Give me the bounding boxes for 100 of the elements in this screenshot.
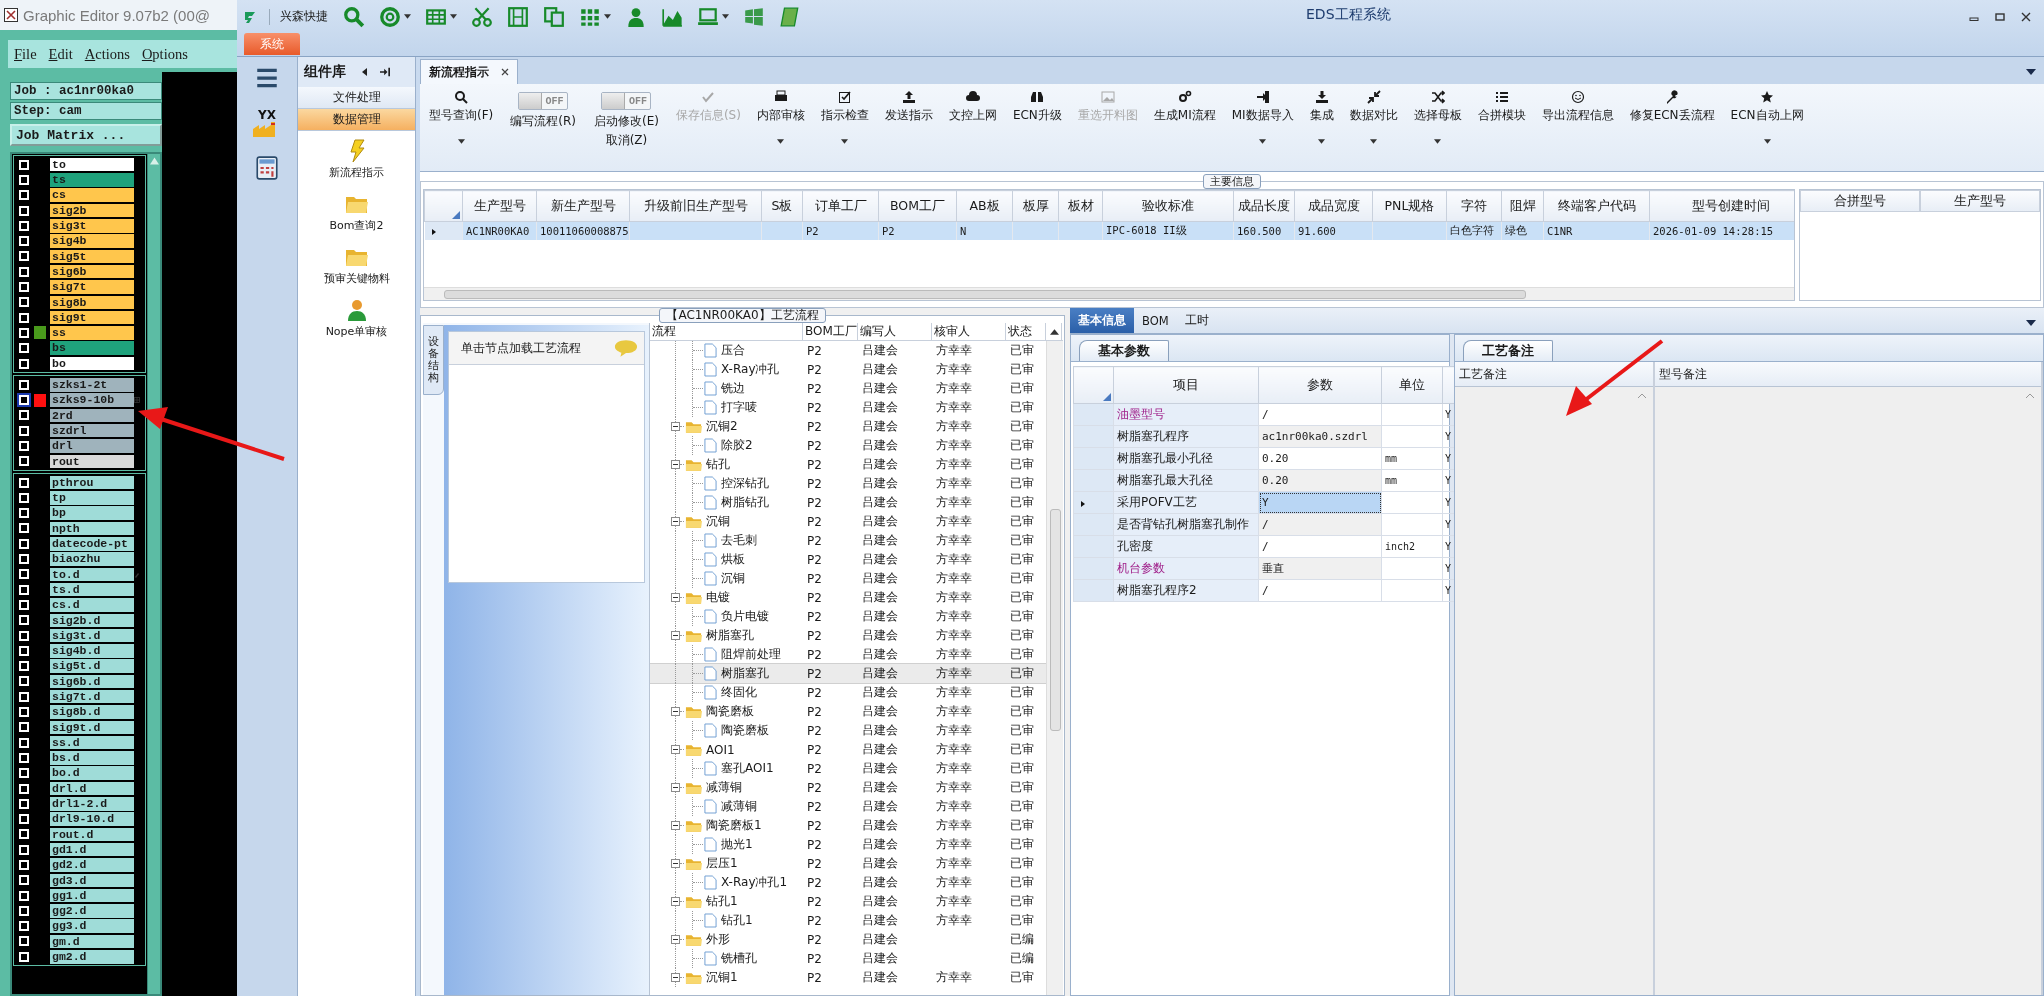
column-header[interactable]: 终端客户代码 [1543, 190, 1650, 222]
menu-item[interactable]: Options [141, 45, 188, 63]
layer-name[interactable]: sig7t [50, 280, 134, 294]
checkbox[interactable] [19, 477, 29, 488]
layer-name[interactable]: sig3t.d [50, 628, 134, 643]
collapse-icon[interactable] [671, 422, 680, 431]
library-item[interactable]: 预审关键物料 [323, 245, 390, 286]
checkbox[interactable] [19, 174, 29, 185]
tree-row[interactable]: 铣边 P2 吕建会 方幸幸 已审 [650, 379, 1046, 398]
checkbox[interactable] [19, 538, 29, 549]
collapse-icon[interactable] [671, 859, 680, 868]
layer-name[interactable]: pthrou [50, 475, 134, 490]
toolbar-button[interactable]: 数据对比 [1344, 90, 1403, 144]
column-header[interactable]: 核审人 [932, 323, 1006, 340]
checkbox[interactable] [19, 905, 29, 916]
checkbox[interactable] [19, 768, 29, 779]
menu-item[interactable]: Edit [48, 45, 73, 63]
tree-row[interactable]: X-Ray冲孔1 P2 吕建会 方幸幸 已审 [650, 873, 1046, 892]
layer-name[interactable]: bo.d [50, 766, 134, 780]
document-tab[interactable]: 新流程指示 [420, 59, 518, 84]
collapse-icon[interactable] [671, 897, 680, 906]
checkbox[interactable] [19, 159, 29, 170]
collapse-icon[interactable] [671, 821, 680, 830]
tree-row[interactable]: 塞孔AOI1 P2 吕建会 方幸幸 已审 [650, 759, 1046, 778]
column-header[interactable]: 单位 [1381, 366, 1443, 404]
checkbox[interactable] [19, 844, 29, 855]
tree-row[interactable]: 烘板 P2 吕建会 方幸幸 已审 [650, 550, 1046, 569]
checkbox[interactable] [19, 236, 29, 247]
checkbox[interactable] [19, 379, 29, 390]
table-row[interactable]: 树脂塞孔最小孔径 0.20 mm Y [1073, 447, 1461, 470]
column-header[interactable]: 流程 [650, 323, 803, 340]
table-row[interactable]: 孔密度 / inch2 Y [1073, 535, 1461, 558]
checkbox[interactable] [19, 327, 29, 338]
layer-name[interactable]: gg2.d [50, 904, 134, 918]
layer-name[interactable]: szks1-2t [50, 378, 134, 392]
column-header[interactable]: 成品宽度 [1294, 190, 1373, 222]
layer-name[interactable]: sig3t [50, 219, 134, 233]
checkbox[interactable] [19, 783, 29, 794]
pin-icon[interactable] [380, 67, 390, 77]
tree-row[interactable]: 减薄铜 P2 吕建会 方幸幸 已审 [650, 797, 1046, 816]
table-row[interactable]: AC1NR00KA0 10011060008875 P2 P2 N IPC-6018 II级 160.500 91.600 白色字符 绿色 C1NR 2026-01-09 14:28:15 [424, 221, 1794, 240]
collapse-icon[interactable] [671, 745, 680, 754]
column-header[interactable]: 订单工厂 [802, 190, 879, 222]
tree-row[interactable]: 去毛刺 P2 吕建会 方幸幸 已审 [650, 531, 1046, 550]
checkbox[interactable] [19, 890, 29, 901]
library-item[interactable]: 新流程指示 [329, 139, 384, 180]
toolbar-button[interactable]: 选择母板 [1408, 90, 1467, 144]
library-item[interactable]: Bom查询2 [329, 192, 384, 233]
column-header[interactable]: PNL规格 [1372, 190, 1447, 222]
tree-row[interactable]: 钻孔1 P2 吕建会 方幸幸 已审 [650, 892, 1046, 911]
table-row[interactable]: 油墨型号 / Y [1073, 403, 1461, 426]
tree-row[interactable]: X-Ray冲孔 P2 吕建会 方幸幸 已审 [650, 360, 1046, 379]
column-header[interactable]: 生产型号 [1920, 190, 2040, 212]
column-header[interactable]: 板材 [1058, 190, 1103, 222]
collapse-icon[interactable] [671, 631, 680, 640]
column-header[interactable]: 新生产型号 [536, 190, 630, 222]
close-icon[interactable] [501, 68, 509, 76]
layer-name[interactable]: sig4b.d [50, 644, 134, 658]
checkbox[interactable] [19, 312, 29, 323]
column-header[interactable]: 状态 [1006, 323, 1046, 340]
maximize-icon[interactable] [1994, 10, 2006, 23]
collapse-icon[interactable] [671, 517, 680, 526]
checkbox[interactable] [19, 343, 29, 354]
tree-row[interactable]: 沉铜2 P2 吕建会 方幸幸 已审 [650, 417, 1046, 436]
toolbar-button[interactable]: 型号查询(F) [424, 90, 499, 144]
column-header[interactable]: BOM工厂 [803, 323, 858, 340]
job-matrix-button[interactable]: Job Matrix ... [10, 124, 162, 146]
column-header[interactable]: BOM工厂 [878, 190, 957, 222]
calculator-icon[interactable] [254, 155, 280, 181]
layer-name[interactable]: biaozhu [50, 552, 134, 566]
checkbox[interactable] [19, 569, 29, 580]
tab[interactable]: 工时 [1176, 308, 1217, 333]
layer-name[interactable]: sig6b.d [50, 674, 134, 689]
layer-name[interactable]: rout [50, 454, 134, 469]
checkbox[interactable] [19, 441, 29, 451]
menu-item[interactable]: File [14, 45, 37, 63]
table-row[interactable]: 树脂塞孔程序 ac1nr00ka0.szdrl Y [1073, 425, 1461, 448]
tree-row[interactable]: 减薄铜 P2 吕建会 方幸幸 已审 [650, 778, 1046, 797]
toolbar-button[interactable]: 内部审核 [751, 90, 810, 144]
layer-name[interactable]: datecode-pt [50, 537, 134, 551]
column-header[interactable]: AB板 [956, 190, 1013, 222]
table-row[interactable]: 是否背钻孔树脂塞孔制作 / Y [1073, 513, 1461, 536]
layer-name[interactable]: to [50, 157, 134, 172]
layer-name[interactable]: sig7t.d [50, 690, 134, 704]
layer-name[interactable]: szks9-10b [50, 393, 134, 407]
checkbox[interactable] [19, 722, 29, 733]
tree-row[interactable]: 陶瓷磨板 P2 吕建会 方幸幸 已审 [650, 702, 1046, 721]
dropdown-icon[interactable] [2026, 69, 2036, 75]
layer-name[interactable]: sig8b [50, 295, 134, 310]
column-header[interactable]: 编写人 [858, 323, 932, 340]
tree-row[interactable]: 电镀 P2 吕建会 方幸幸 已审 [650, 588, 1046, 607]
checkbox[interactable] [19, 523, 29, 534]
checkbox[interactable] [19, 456, 29, 467]
layer-name[interactable]: gg1.d [50, 888, 134, 903]
collapse-icon[interactable] [671, 973, 680, 982]
tree-row[interactable]: 沉铜 P2 吕建会 方幸幸 已审 [650, 569, 1046, 588]
column-header[interactable]: 板厚 [1012, 190, 1059, 222]
section-tab[interactable]: 数据管理 [298, 109, 415, 131]
checkbox[interactable] [19, 615, 29, 626]
checkbox[interactable] [19, 951, 29, 962]
